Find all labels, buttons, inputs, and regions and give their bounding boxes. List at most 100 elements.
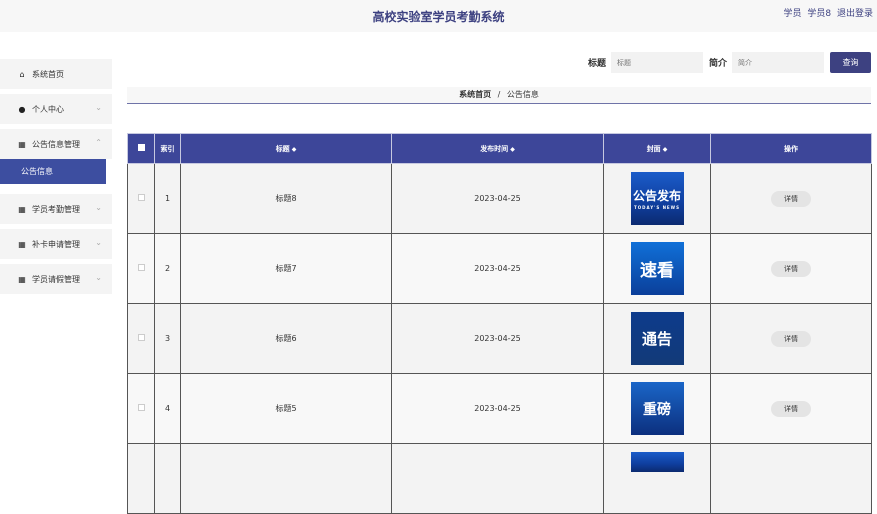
table-row: 2 标题7 2023-04-25 速看 详情	[127, 233, 872, 304]
breadcrumb: 系统首页 / 公告信息	[127, 87, 871, 104]
header-action: 操作	[710, 133, 872, 164]
sort-icon[interactable]: ◆	[663, 146, 668, 153]
row-time: 2023-04-25	[391, 303, 604, 374]
detail-button[interactable]: 详情	[771, 190, 811, 207]
sidebar-item-profile[interactable]: ● 个人中心 ⌄	[0, 94, 112, 124]
header-time-label: 发布时间	[480, 144, 509, 153]
grid-icon: ▦	[18, 274, 26, 284]
row-title: 标题5	[180, 373, 392, 444]
cover-image: 重磅	[630, 382, 684, 435]
row-index	[154, 443, 181, 514]
row-cover-cell: 通告	[603, 303, 711, 374]
detail-button[interactable]: 详情	[771, 260, 811, 277]
breadcrumb-current: 公告信息	[506, 90, 539, 99]
select-all-checkbox[interactable]	[137, 144, 145, 151]
detail-button[interactable]: 详情	[771, 400, 811, 417]
select-all-header[interactable]	[127, 133, 155, 164]
logout-link[interactable]: 退出登录	[837, 9, 873, 19]
intro-input[interactable]	[732, 52, 824, 73]
sidebar-item-label: 学员请假管理	[32, 274, 80, 284]
row-action-cell: 详情	[710, 303, 872, 374]
cover-image: 通告	[630, 312, 684, 365]
notice-table: 索引 标题 ◆ 发布时间 ◆ 封面 ◆ 操作 1 标题8 2023-04-25 公告发…	[127, 133, 872, 514]
grid-icon: ▦	[18, 204, 26, 214]
header-title[interactable]: 标题 ◆	[180, 133, 392, 164]
cover-image: 公告发布 TODAY'S NEWS	[630, 172, 684, 225]
table-row: 4 标题5 2023-04-25 重磅 详情	[127, 373, 872, 444]
search-button[interactable]: 查询	[830, 52, 871, 73]
search-bar: 标题 简介 查询	[588, 52, 871, 73]
header-cover[interactable]: 封面 ◆	[603, 133, 711, 164]
row-select-cell	[127, 443, 155, 514]
grid-icon: ▦	[18, 239, 26, 249]
row-action-cell	[710, 443, 872, 514]
sidebar-subitem-notice[interactable]: 公告信息	[0, 159, 106, 184]
user-area: 学员 学员8 退出登录	[780, 6, 873, 19]
app-title: 高校实验室学员考勤系统	[372, 10, 505, 24]
title-label: 标题	[587, 59, 606, 69]
header-cover-label: 封面	[646, 144, 661, 153]
row-index: 4	[154, 373, 181, 444]
row-title: 标题6	[180, 303, 392, 374]
detail-button[interactable]: 详情	[771, 330, 811, 347]
breadcrumb-separator: /	[497, 90, 501, 99]
sidebar-item-label: 公告信息管理	[32, 139, 80, 149]
user-role: 学员	[783, 9, 802, 19]
chevron-up-icon: ⌃	[95, 138, 102, 147]
cover-text: 速看	[640, 261, 674, 281]
user-icon: ●	[18, 104, 26, 114]
user-name: 学员8	[807, 9, 832, 19]
row-time: 2023-04-25	[391, 373, 604, 444]
table-row: 3 标题6 2023-04-25 通告 详情	[127, 303, 872, 374]
row-select-cell	[127, 163, 155, 234]
row-title: 标题7	[180, 233, 392, 304]
row-select-cell	[127, 303, 155, 374]
sort-icon[interactable]: ◆	[510, 146, 515, 153]
row-action-cell: 详情	[710, 163, 872, 234]
cover-image	[630, 452, 684, 472]
row-action-cell: 详情	[710, 373, 872, 444]
table-header-row: 索引 标题 ◆ 发布时间 ◆ 封面 ◆ 操作	[127, 133, 872, 164]
sort-icon[interactable]: ◆	[292, 146, 297, 153]
intro-label: 简介	[708, 59, 727, 69]
sidebar-item-label: 学员考勤管理	[32, 204, 80, 214]
sidebar-item-leave[interactable]: ▦ 学员请假管理 ⌄	[0, 264, 112, 294]
row-checkbox[interactable]	[137, 264, 145, 271]
chevron-down-icon: ⌄	[95, 103, 102, 112]
cover-subtext: TODAY'S NEWS	[634, 205, 680, 210]
chevron-down-icon: ⌄	[95, 273, 102, 282]
cover-text: 重磅	[643, 401, 671, 418]
sidebar: ⌂ 系统首页 ● 个人中心 ⌄ ▦ 公告信息管理 ⌃ 公告信息 ▦ 学员考勤管理…	[0, 59, 112, 299]
row-action-cell: 详情	[710, 233, 872, 304]
row-title: 标题8	[180, 163, 392, 234]
sidebar-item-label: 个人中心	[32, 104, 64, 114]
header-time[interactable]: 发布时间 ◆	[391, 133, 604, 164]
header-title-label: 标题	[275, 144, 290, 153]
table-row: 1 标题8 2023-04-25 公告发布 TODAY'S NEWS 详情	[127, 163, 872, 234]
row-cover-cell: 重磅	[603, 373, 711, 444]
row-checkbox[interactable]	[137, 194, 145, 201]
top-bar: 高校实验室学员考勤系统 学员 学员8 退出登录	[0, 0, 877, 32]
row-checkbox[interactable]	[137, 404, 145, 411]
breadcrumb-home[interactable]: 系统首页	[459, 90, 491, 99]
home-icon: ⌂	[19, 69, 25, 79]
row-checkbox[interactable]	[137, 334, 145, 341]
row-time: 2023-04-25	[391, 233, 604, 304]
sidebar-item-home[interactable]: ⌂ 系统首页	[0, 59, 112, 89]
row-index: 3	[154, 303, 181, 374]
row-time: 2023-04-25	[391, 163, 604, 234]
sidebar-item-label: 系统首页	[32, 69, 64, 79]
sidebar-item-notice-mgmt[interactable]: ▦ 公告信息管理 ⌃	[0, 129, 112, 159]
sidebar-item-label: 补卡申请管理	[32, 239, 80, 249]
row-index: 2	[154, 233, 181, 304]
chevron-down-icon: ⌄	[95, 203, 102, 212]
cover-text: 公告发布	[632, 189, 681, 203]
cover-image: 速看	[630, 242, 684, 295]
row-time	[391, 443, 604, 514]
header-index: 索引	[154, 133, 181, 164]
table-row	[127, 443, 872, 514]
sidebar-item-attendance[interactable]: ▦ 学员考勤管理 ⌄	[0, 194, 112, 224]
sidebar-item-makeup[interactable]: ▦ 补卡申请管理 ⌄	[0, 229, 112, 259]
title-input[interactable]	[610, 52, 703, 73]
row-select-cell	[127, 373, 155, 444]
